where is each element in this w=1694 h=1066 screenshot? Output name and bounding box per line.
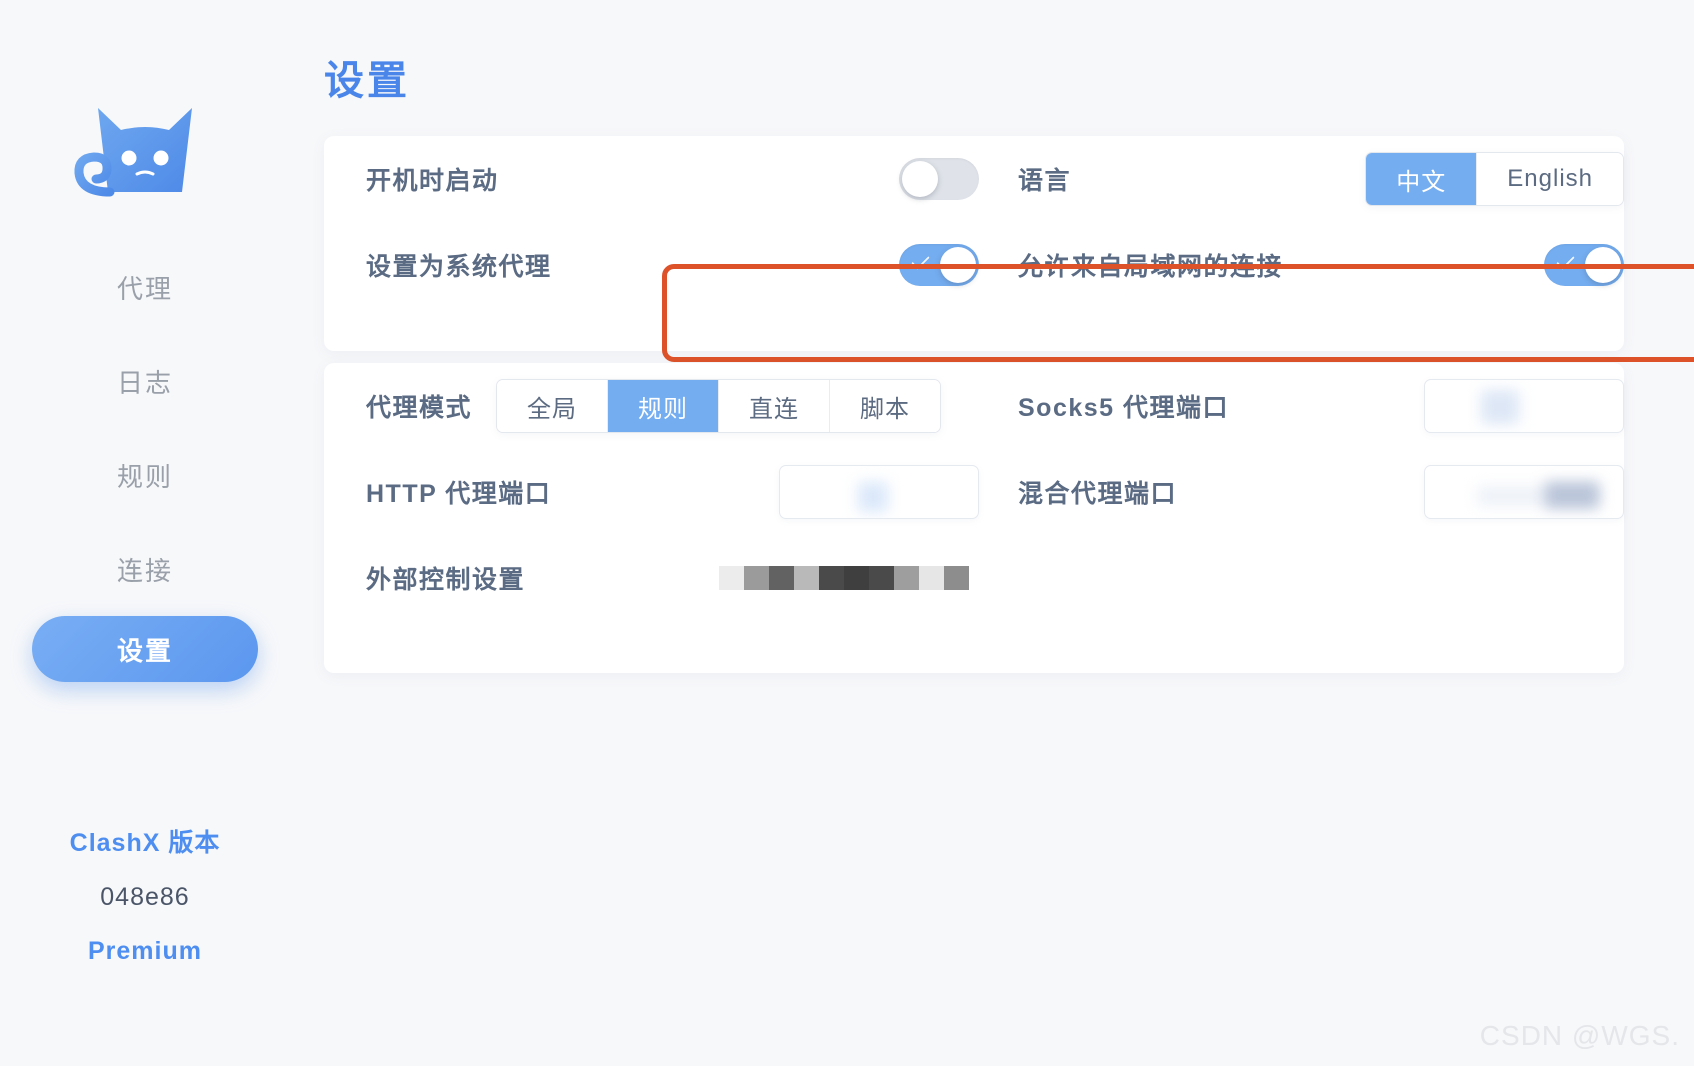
socks5-port-input[interactable] bbox=[1424, 379, 1624, 433]
sidebar-item-label: 规则 bbox=[116, 461, 173, 492]
settings-row: 外部控制设置 bbox=[324, 535, 1624, 621]
sidebar-item-label: 日志 bbox=[116, 367, 173, 398]
settings-row: 开机时启动 语言 中文 English bbox=[324, 136, 1624, 222]
sidebar-item-settings[interactable]: 设置 bbox=[32, 616, 258, 682]
sidebar-footer: ClashX 版本 048e86 Premium bbox=[0, 816, 290, 978]
external-controller-value[interactable] bbox=[719, 566, 969, 590]
clashx-cat-logo bbox=[0, 80, 290, 210]
setting-label: Socks5 代理端口 bbox=[1018, 394, 1230, 422]
check-icon bbox=[911, 251, 930, 270]
launch-at-login-setting: 开机时启动 bbox=[324, 136, 979, 222]
mixed-port-input[interactable] bbox=[1424, 465, 1624, 519]
clashx-version-link[interactable]: ClashX 版本 bbox=[0, 816, 290, 870]
mixed-port-setting: 混合代理端口 bbox=[979, 449, 1624, 535]
allow-lan-connections-setting: 允许来自局域网的连接 bbox=[979, 222, 1624, 308]
clashx-version-hash: 048e86 bbox=[100, 883, 190, 911]
proxy-mode-setting: 代理模式 全局 规则 直连 脚本 bbox=[324, 363, 979, 449]
sidebar-item-logs[interactable]: 日志 bbox=[0, 334, 290, 428]
sidebar-nav: 代理 日志 规则 连接 设置 bbox=[0, 240, 290, 682]
socks5-port-setting: Socks5 代理端口 bbox=[979, 363, 1624, 449]
proxy-mode-option-direct[interactable]: 直连 bbox=[719, 380, 831, 432]
setting-label: 语言 bbox=[1018, 167, 1072, 195]
settings-row: 代理模式 全局 规则 直连 脚本 Socks5 代理端口 bbox=[324, 363, 1624, 449]
toggle-knob bbox=[902, 161, 938, 197]
http-port-setting: HTTP 代理端口 bbox=[324, 449, 979, 535]
sidebar-item-label: 代理 bbox=[116, 273, 173, 304]
redacted-value bbox=[1481, 390, 1519, 424]
csdn-watermark: CSDN @WGS. bbox=[1479, 1020, 1680, 1051]
allow-lan-connections-toggle[interactable] bbox=[1544, 244, 1624, 286]
setting-label: 开机时启动 bbox=[366, 167, 499, 195]
set-as-system-proxy-setting: 设置为系统代理 bbox=[324, 222, 979, 308]
setting-label: 外部控制设置 bbox=[366, 566, 526, 594]
general-settings-card: 开机时启动 语言 中文 English 设置为系统代理 允许来自局域网的连接 bbox=[324, 136, 1624, 351]
external-controller-setting: 外部控制设置 bbox=[324, 535, 979, 621]
toggle-knob bbox=[1585, 247, 1621, 283]
set-as-system-proxy-toggle[interactable] bbox=[899, 244, 979, 286]
toggle-knob bbox=[940, 247, 976, 283]
proxy-mode-option-script[interactable]: 脚本 bbox=[830, 380, 941, 432]
setting-label: 混合代理端口 bbox=[1018, 480, 1178, 508]
sidebar-item-label: 设置 bbox=[116, 635, 173, 666]
redacted-value bbox=[858, 482, 888, 512]
page-title: 设置 bbox=[324, 59, 410, 103]
sidebar-item-connections[interactable]: 连接 bbox=[0, 522, 290, 616]
empty-cell bbox=[979, 535, 1624, 621]
proxy-mode-segmented-control: 全局 规则 直连 脚本 bbox=[496, 379, 942, 433]
launch-at-login-toggle[interactable] bbox=[899, 158, 979, 200]
setting-label: 允许来自局域网的连接 bbox=[1018, 253, 1284, 281]
setting-label: HTTP 代理端口 bbox=[366, 480, 552, 508]
language-setting: 语言 中文 English bbox=[979, 136, 1624, 222]
language-option-english[interactable]: English bbox=[1477, 153, 1623, 205]
clashx-edition-label[interactable]: Premium bbox=[0, 924, 290, 978]
check-icon bbox=[1556, 251, 1575, 270]
setting-label: 设置为系统代理 bbox=[366, 253, 552, 281]
sidebar: 代理 日志 规则 连接 设置 ClashX 版本 048e86 Premium bbox=[0, 0, 290, 1066]
language-option-chinese[interactable]: 中文 bbox=[1366, 153, 1478, 205]
main-content: 设置 开机时启动 语言 中文 English 设置为系统代理 允许来自局域网的连… bbox=[290, 0, 1694, 1066]
sidebar-item-proxies[interactable]: 代理 bbox=[0, 240, 290, 334]
proxy-mode-option-rule[interactable]: 规则 bbox=[608, 380, 720, 432]
proxy-mode-option-global[interactable]: 全局 bbox=[497, 380, 609, 432]
sidebar-item-label: 连接 bbox=[116, 555, 173, 586]
clashx-settings-window: 代理 日志 规则 连接 设置 ClashX 版本 048e86 Premium … bbox=[0, 0, 1694, 1066]
setting-label: 代理模式 bbox=[366, 394, 473, 422]
settings-row: 设置为系统代理 允许来自局域网的连接 bbox=[324, 222, 1624, 308]
http-port-input[interactable] bbox=[779, 465, 979, 519]
language-segmented-control: 中文 English bbox=[1365, 152, 1624, 206]
proxy-settings-card: 代理模式 全局 规则 直连 脚本 Socks5 代理端口 HTTP 代理端口 混… bbox=[324, 363, 1624, 673]
redacted-value bbox=[1545, 482, 1599, 508]
settings-row: HTTP 代理端口 混合代理端口 bbox=[324, 449, 1624, 535]
sidebar-item-rules[interactable]: 规则 bbox=[0, 428, 290, 522]
